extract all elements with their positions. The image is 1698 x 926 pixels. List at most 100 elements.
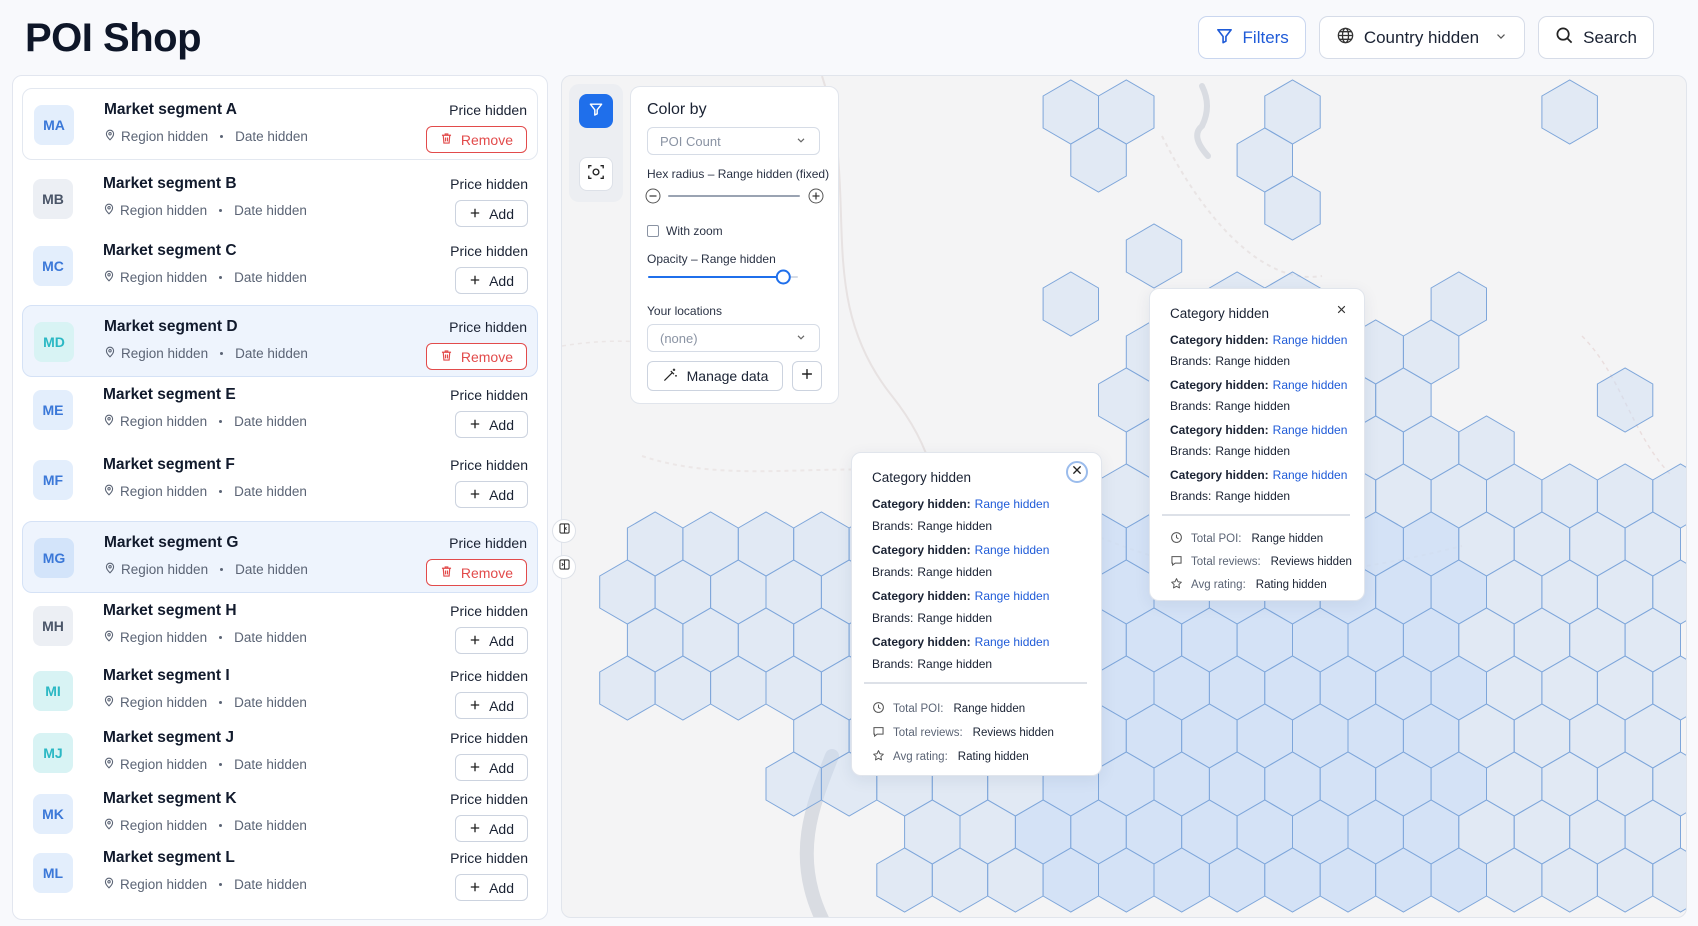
category-range-link[interactable]: Range hidden (1273, 333, 1348, 347)
separator-dot (219, 636, 223, 639)
brands-value: Range hidden (917, 565, 993, 579)
segment-row[interactable]: MK Market segment K Region hidden Date hidd… (22, 784, 538, 844)
manage-data-button[interactable]: Manage data (647, 361, 783, 391)
with-zoom-label: With zoom (666, 224, 723, 238)
add-button[interactable]: Add (455, 267, 528, 294)
category-range-link[interactable]: Range hidden (975, 589, 1050, 603)
category-range-link[interactable]: Range hidden (1273, 378, 1348, 392)
location-pin-icon (103, 203, 115, 218)
plus-icon (469, 633, 481, 649)
brands-value: Range hidden (1215, 399, 1291, 413)
category-range-link[interactable]: Range hidden (975, 497, 1050, 511)
panel-icon (558, 558, 571, 576)
separator-dot (219, 763, 223, 766)
location-pin-icon (104, 346, 116, 361)
brands-value: Range hidden (917, 519, 993, 533)
brands-label: Brands: (872, 565, 914, 579)
expand-panel-button[interactable] (552, 519, 576, 543)
segment-row[interactable]: MD Market segment D Region hidden Date hidd… (22, 305, 538, 377)
segment-avatar: MJ (33, 733, 73, 773)
segment-row[interactable]: MH Market segment H Region hidden Date hidd… (22, 596, 538, 656)
segment-meta: Region hidden Date hidden (103, 270, 307, 285)
segment-avatar: MC (33, 246, 73, 286)
manage-data-label: Manage data (686, 368, 769, 384)
add-label: Add (489, 697, 514, 714)
segment-name: Market segment I (103, 667, 230, 684)
panel-icon (558, 522, 571, 540)
add-button[interactable]: Add (455, 627, 528, 654)
color-by-select[interactable]: POI Count (647, 127, 820, 155)
close-popup-button[interactable] (1330, 300, 1352, 322)
category-name: Category hidden: (1170, 333, 1269, 347)
location-pin-icon (104, 562, 116, 577)
segment-region: Region hidden (120, 203, 208, 218)
category-name: Category hidden: (872, 497, 971, 511)
add-button[interactable]: Add (455, 411, 528, 438)
add-label: Add (489, 272, 514, 289)
segment-avatar: MK (33, 794, 73, 834)
collapse-panel-button[interactable] (552, 555, 576, 579)
popup-stat-avg-rating: Avg rating: Rating hidden (872, 749, 1029, 765)
checkbox-box[interactable] (647, 225, 659, 237)
close-popup-button[interactable] (1066, 461, 1088, 483)
add-button[interactable]: Add (455, 692, 528, 719)
segment-row[interactable]: MJ Market segment J Region hidden Date hidd… (22, 723, 538, 783)
add-button[interactable]: Add (455, 200, 528, 227)
filters-button[interactable]: Filters (1197, 16, 1306, 59)
segment-name: Market segment F (103, 456, 235, 473)
your-locations-select[interactable]: (none) (647, 324, 820, 352)
segment-row[interactable]: MI Market segment I Region hidden Date hidd… (22, 661, 538, 721)
add-button[interactable]: Add (455, 874, 528, 901)
category-range-link[interactable]: Range hidden (1273, 468, 1348, 482)
segment-row[interactable]: MF Market segment F Region hidden Date hidd… (22, 450, 538, 510)
segment-date: Date hidden (234, 877, 307, 892)
segment-date: Date hidden (234, 818, 307, 833)
popup-brands-row: Brands: Range hidden (1170, 489, 1290, 503)
segment-price: Price hidden (450, 457, 528, 473)
category-range-link[interactable]: Range hidden (1273, 423, 1348, 437)
hex-radius-label: Hex radius – Range hidden (fixed) (647, 167, 830, 181)
map-tool-rail (569, 84, 623, 202)
search-button[interactable]: Search (1538, 16, 1654, 59)
opacity-slider[interactable] (647, 267, 807, 287)
map[interactable]: Color by POI Count Hex radius – Range hi… (561, 75, 1687, 918)
plus-icon (469, 206, 481, 222)
segment-row[interactable]: ML Market segment L Region hidden Date hidd… (22, 843, 538, 903)
add-data-button[interactable] (792, 361, 822, 391)
screenshot-tool-button[interactable] (579, 157, 613, 191)
chevron-down-icon (795, 331, 807, 346)
segment-region: Region hidden (120, 414, 208, 429)
comment-icon (872, 725, 885, 741)
segment-row[interactable]: MB Market segment B Region hidden Date hidd… (22, 169, 538, 229)
add-label: Add (489, 759, 514, 776)
remove-button[interactable]: Remove (425, 559, 527, 586)
segment-region: Region hidden (120, 484, 208, 499)
category-name: Category hidden: (872, 543, 971, 557)
segment-price: Price hidden (450, 791, 528, 807)
separator-dot (220, 352, 224, 355)
country-select[interactable]: Country hidden (1318, 16, 1526, 59)
add-button[interactable]: Add (455, 481, 528, 508)
category-range-link[interactable]: Range hidden (975, 543, 1050, 557)
remove-button[interactable]: Remove (425, 126, 527, 153)
segment-avatar: ME (33, 390, 73, 430)
segment-avatar: MA (34, 105, 74, 145)
segment-row[interactable]: ME Market segment E Region hidden Date hidd… (22, 380, 538, 440)
your-locations-label: Your locations (647, 304, 722, 318)
segment-row[interactable]: MG Market segment G Region hidden Date hidd… (22, 521, 538, 593)
popup-divider (1162, 514, 1350, 516)
popup-stat-avg-rating: Avg rating: Rating hidden (1170, 577, 1327, 593)
remove-button[interactable]: Remove (425, 343, 527, 370)
search-icon (1555, 26, 1574, 50)
segment-row[interactable]: MC Market segment C Region hidden Date hidd… (22, 236, 538, 296)
add-button[interactable]: Add (455, 754, 528, 781)
hex-radius-slider[interactable] (645, 187, 825, 205)
filter-tool-button[interactable] (579, 94, 613, 128)
segment-meta: Region hidden Date hidden (103, 414, 307, 429)
with-zoom-checkbox[interactable]: With zoom (647, 224, 723, 238)
stat-label: Total reviews: (893, 727, 963, 739)
add-button[interactable]: Add (455, 815, 528, 842)
category-range-link[interactable]: Range hidden (975, 635, 1050, 649)
comment-icon (1170, 554, 1183, 570)
segment-row[interactable]: MA Market segment A Region hidden Date hidd… (22, 88, 538, 160)
